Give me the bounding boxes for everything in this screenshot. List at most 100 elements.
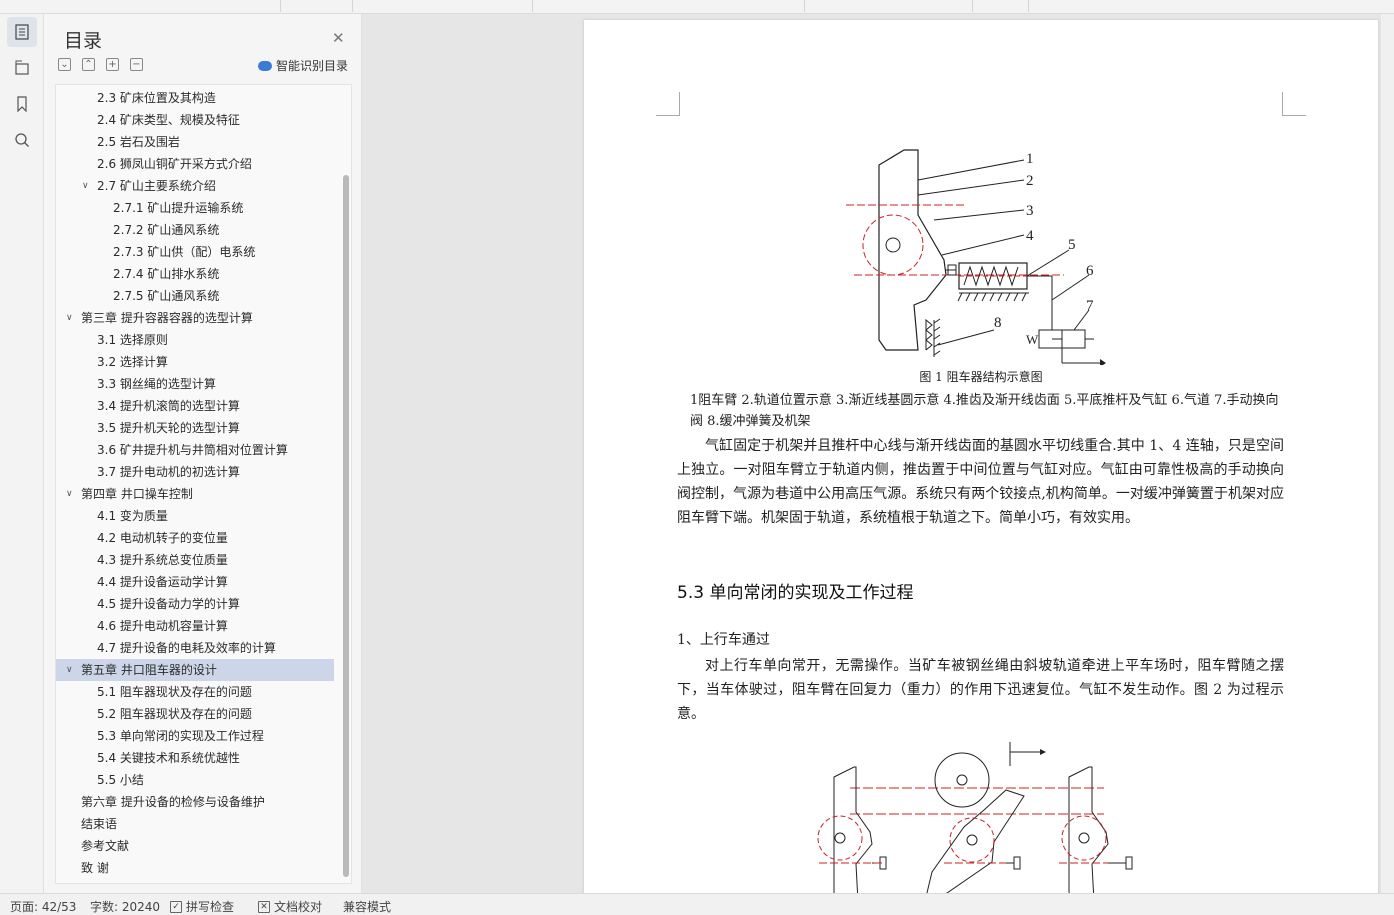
figure-1-diagram: 1 2 3 4 5 6 7 8 W — [846, 149, 1106, 365]
compat-mode: 兼容模式 — [343, 900, 392, 914]
toc-item[interactable]: 2.7.2 矿山通风系统 — [56, 219, 334, 241]
toc-item[interactable]: 4.7 提升设备的电耗及效率的计算 — [56, 637, 334, 659]
toc-item[interactable]: 致 谢 — [56, 857, 334, 879]
paragraph: 气缸固定于机架并且推杆中心线与渐开线齿面的基圆水平切线重合.其中 1、4 连轴，… — [677, 438, 1284, 526]
toc-item[interactable]: 4.2 电动机转子的变位量 — [56, 527, 334, 549]
crop-mark — [656, 92, 680, 116]
toc-item[interactable]: 4.3 提升系统总变位质量 — [56, 549, 334, 571]
toc-item-label: 2.7.3 矿山供（配）电系统 — [113, 245, 256, 259]
toc-scrollbar[interactable] — [343, 87, 349, 881]
close-icon[interactable]: ✕ — [332, 31, 345, 46]
proofread-button[interactable]: ✕ 文档校对 — [258, 898, 322, 915]
toc-item[interactable]: 3.5 提升机天轮的选型计算 — [56, 417, 334, 439]
toc-item[interactable]: ∨ 2.7 矿山主要系统介绍 — [56, 175, 334, 197]
toc-item[interactable]: 5.3 单向常闭的实现及工作过程 — [56, 725, 334, 747]
toc-item-label: 第四章 井口操车控制 — [81, 487, 193, 501]
smart-toc-button[interactable]: 智能识别目录 — [258, 57, 348, 74]
fig1-label: 1 — [1026, 151, 1034, 167]
outline-tree-icon[interactable] — [7, 53, 37, 83]
toc-item[interactable]: 5.5 小结 — [56, 769, 334, 791]
toc-item[interactable]: 第六章 提升设备的检修与设备维护 — [56, 791, 334, 813]
fig1-valve-label: W — [1026, 332, 1039, 347]
toc-item-label: 2.3 矿床位置及其构造 — [97, 91, 216, 105]
toc-item-label: 3.4 提升机滚筒的选型计算 — [97, 399, 240, 413]
toc-item[interactable]: 5.1 阻车器现状及存在的问题 — [56, 681, 334, 703]
toc-item[interactable]: 2.7.4 矿山排水系统 — [56, 263, 334, 285]
document-area: 1 2 3 4 5 6 7 8 W 图 1 阻车器结构示意图 1阻车臂 2.轨道… — [363, 14, 1394, 893]
toc-item[interactable]: 2.6 狮凤山铜矿开采方式介绍 — [56, 153, 334, 175]
toc-item-label: 4.2 电动机转子的变位量 — [97, 531, 228, 545]
left-icon-bar — [0, 14, 44, 893]
chevron-down-icon[interactable]: ∨ — [66, 307, 73, 329]
document-scrollbar[interactable] — [1381, 14, 1394, 893]
toc-item[interactable]: 2.3 矿床位置及其构造 — [56, 87, 334, 109]
toc-item-label: 4.5 提升设备动力学的计算 — [97, 597, 240, 611]
fig1-label: 5 — [1068, 237, 1076, 253]
page-indicator[interactable]: 页面: 42/53 — [10, 898, 76, 915]
toc-item[interactable]: 3.1 选择原则 — [56, 329, 334, 351]
toc-item-label: 2.5 岩石及围岩 — [97, 135, 180, 149]
toc-item[interactable]: 2.7.3 矿山供（配）电系统 — [56, 241, 334, 263]
toc-item-label: 2.7 矿山主要系统介绍 — [97, 179, 216, 193]
word-count[interactable]: 字数: 20240 — [90, 898, 160, 915]
toc-item[interactable]: ∨ 第五章 井口阻车器的设计 — [56, 659, 334, 681]
chevron-down-icon[interactable]: ∨ — [66, 659, 73, 681]
figure-2-diagram — [817, 742, 1133, 893]
document-page: 1 2 3 4 5 6 7 8 W 图 1 阻车器结构示意图 1阻车臂 2.轨道… — [584, 20, 1378, 893]
spell-check-button[interactable]: ✓ 拼写检查 — [170, 898, 234, 915]
toc-item-label: 2.7.2 矿山通风系统 — [113, 223, 220, 237]
toc-item-label: 3.2 选择计算 — [97, 355, 168, 369]
smart-toc-label: 智能识别目录 — [276, 59, 349, 73]
toc-item[interactable]: 4.6 提升电动机容量计算 — [56, 615, 334, 637]
toc-item-label: 5.3 单向常闭的实现及工作过程 — [97, 729, 264, 743]
fig1-label: 2 — [1026, 173, 1034, 189]
fig1-label: 8 — [994, 315, 1002, 331]
toc-item[interactable]: 4.5 提升设备动力学的计算 — [56, 593, 334, 615]
expand-up-icon[interactable]: ⌃ — [82, 58, 95, 71]
toc-item[interactable]: 结束语 — [56, 813, 334, 835]
remove-heading-icon[interactable]: − — [130, 58, 143, 71]
toc-item[interactable]: 3.4 提升机滚筒的选型计算 — [56, 395, 334, 417]
toc-item[interactable]: 2.7.1 矿山提升运输系统 — [56, 197, 334, 219]
toc-item[interactable]: 3.2 选择计算 — [56, 351, 334, 373]
subheading: 1、上行车通过 — [677, 632, 770, 648]
toc-item-label: 致 谢 — [81, 861, 109, 875]
toc-item-label: 5.4 关键技术和系统优越性 — [97, 751, 240, 765]
toc-scroll-thumb[interactable] — [343, 175, 349, 877]
toc-panel-icon[interactable] — [7, 17, 37, 47]
fig1-label: 7 — [1086, 298, 1094, 314]
toc-item-label: 2.7.5 矿山通风系统 — [113, 289, 220, 303]
toc-item[interactable]: 参考文献 — [56, 835, 334, 857]
toc-item[interactable]: 5.4 关键技术和系统优越性 — [56, 747, 334, 769]
chevron-down-icon[interactable]: ∨ — [66, 483, 73, 505]
toc-item-label: 3.3 钢丝绳的选型计算 — [97, 377, 216, 391]
toc-item[interactable]: ∨ 第三章 提升容器容器的选型计算 — [56, 307, 334, 329]
proofread-icon: ✕ — [258, 900, 270, 913]
collapse-all-icon[interactable]: ⌄ — [58, 58, 71, 71]
fig1-label: 3 — [1026, 203, 1034, 219]
add-heading-icon[interactable]: + — [106, 58, 119, 71]
section-heading: 5.3 单向常闭的实现及工作过程 — [677, 583, 914, 603]
toc-item[interactable]: 4.1 变为质量 — [56, 505, 334, 527]
toc-item[interactable]: 4.4 提升设备运动学计算 — [56, 571, 334, 593]
toc-panel: 目录 ✕ ⌄ ⌃ + − 智能识别目录 2.3 矿床位置及其构造 2.4 矿床类型… — [44, 14, 362, 893]
toc-item[interactable]: 2.5 岩石及围岩 — [56, 131, 334, 153]
toc-item-label: 参考文献 — [81, 839, 130, 853]
toc-item[interactable]: 3.7 提升电动机的初选计算 — [56, 461, 334, 483]
crop-mark — [1282, 92, 1306, 116]
bookmark-icon[interactable] — [7, 89, 37, 119]
figure-1-legend: 1阻车臂 2.轨道位置示意 3.渐近线基圆示意 4.推齿及渐开线齿面 5.平底推… — [690, 393, 1279, 429]
toc-item[interactable]: 5.2 阻车器现状及存在的问题 — [56, 703, 334, 725]
toc-item-label: 5.2 阻车器现状及存在的问题 — [97, 707, 252, 721]
toc-item-label: 3.7 提升电动机的初选计算 — [97, 465, 240, 479]
toc-item[interactable]: 2.4 矿床类型、规模及特征 — [56, 109, 334, 131]
chevron-down-icon[interactable]: ∨ — [82, 175, 89, 197]
toc-item[interactable]: 3.3 钢丝绳的选型计算 — [56, 373, 334, 395]
fig1-label: 4 — [1026, 228, 1034, 244]
toc-item-label: 4.6 提升电动机容量计算 — [97, 619, 228, 633]
toc-item[interactable]: ∨ 第四章 井口操车控制 — [56, 483, 334, 505]
toc-item[interactable]: 2.7.5 矿山通风系统 — [56, 285, 334, 307]
search-icon[interactable] — [7, 125, 37, 155]
check-icon: ✓ — [170, 900, 182, 913]
toc-item[interactable]: 3.6 矿井提升机与井筒相对位置计算 — [56, 439, 334, 461]
